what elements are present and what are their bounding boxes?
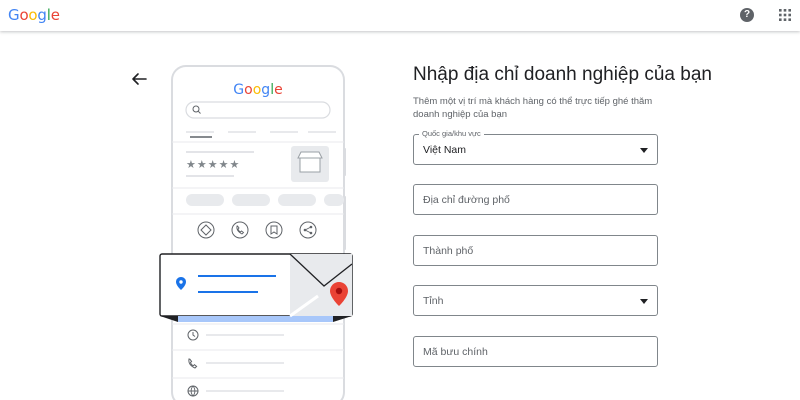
logo-letter: G xyxy=(8,6,20,24)
phone-icon xyxy=(231,221,249,239)
rating-stars: ★★★★★ xyxy=(186,159,240,171)
logo-letter: o xyxy=(28,6,38,24)
country-select[interactable]: Quốc gia/khu vực Việt Nam xyxy=(413,129,658,165)
page-subtitle: Thêm một vị trí mà khách hàng có thể trự… xyxy=(413,96,653,120)
province-select[interactable]: Tỉnh xyxy=(413,285,658,316)
street-address-placeholder: Địa chỉ đường phố xyxy=(423,194,510,206)
dropdown-arrow-icon xyxy=(640,299,648,304)
country-value: Việt Nam xyxy=(423,144,466,156)
city-field[interactable]: Thành phố xyxy=(413,235,658,266)
postal-code-placeholder: Mã bưu chính xyxy=(423,346,488,358)
city-placeholder: Thành phố xyxy=(423,245,474,257)
logo-letter: o xyxy=(19,6,29,24)
top-app-bar: Google ? xyxy=(0,0,800,31)
google-logo[interactable]: Google xyxy=(8,6,60,24)
business-profile-illustration: Google ★★★★★ xyxy=(159,65,353,400)
logo-letter: e xyxy=(50,6,60,24)
directions-icon xyxy=(197,221,215,239)
bookmark-icon xyxy=(265,221,283,239)
store-icon xyxy=(291,146,329,182)
province-placeholder: Tỉnh xyxy=(423,295,444,307)
page-title: Nhập địa chỉ doanh nghiệp của bạn xyxy=(413,64,712,85)
back-arrow-icon[interactable] xyxy=(130,71,148,87)
country-label: Quốc gia/khu vực xyxy=(419,129,484,138)
postal-code-field[interactable]: Mã bưu chính xyxy=(413,336,658,367)
share-icon xyxy=(299,221,317,239)
apps-grid-icon[interactable] xyxy=(779,9,791,21)
help-icon[interactable]: ? xyxy=(740,8,754,22)
illustration-google-logo: Google xyxy=(233,82,282,98)
street-address-field[interactable]: Địa chỉ đường phố xyxy=(413,184,658,215)
logo-letter: g xyxy=(37,6,47,24)
dropdown-arrow-icon xyxy=(640,148,648,153)
